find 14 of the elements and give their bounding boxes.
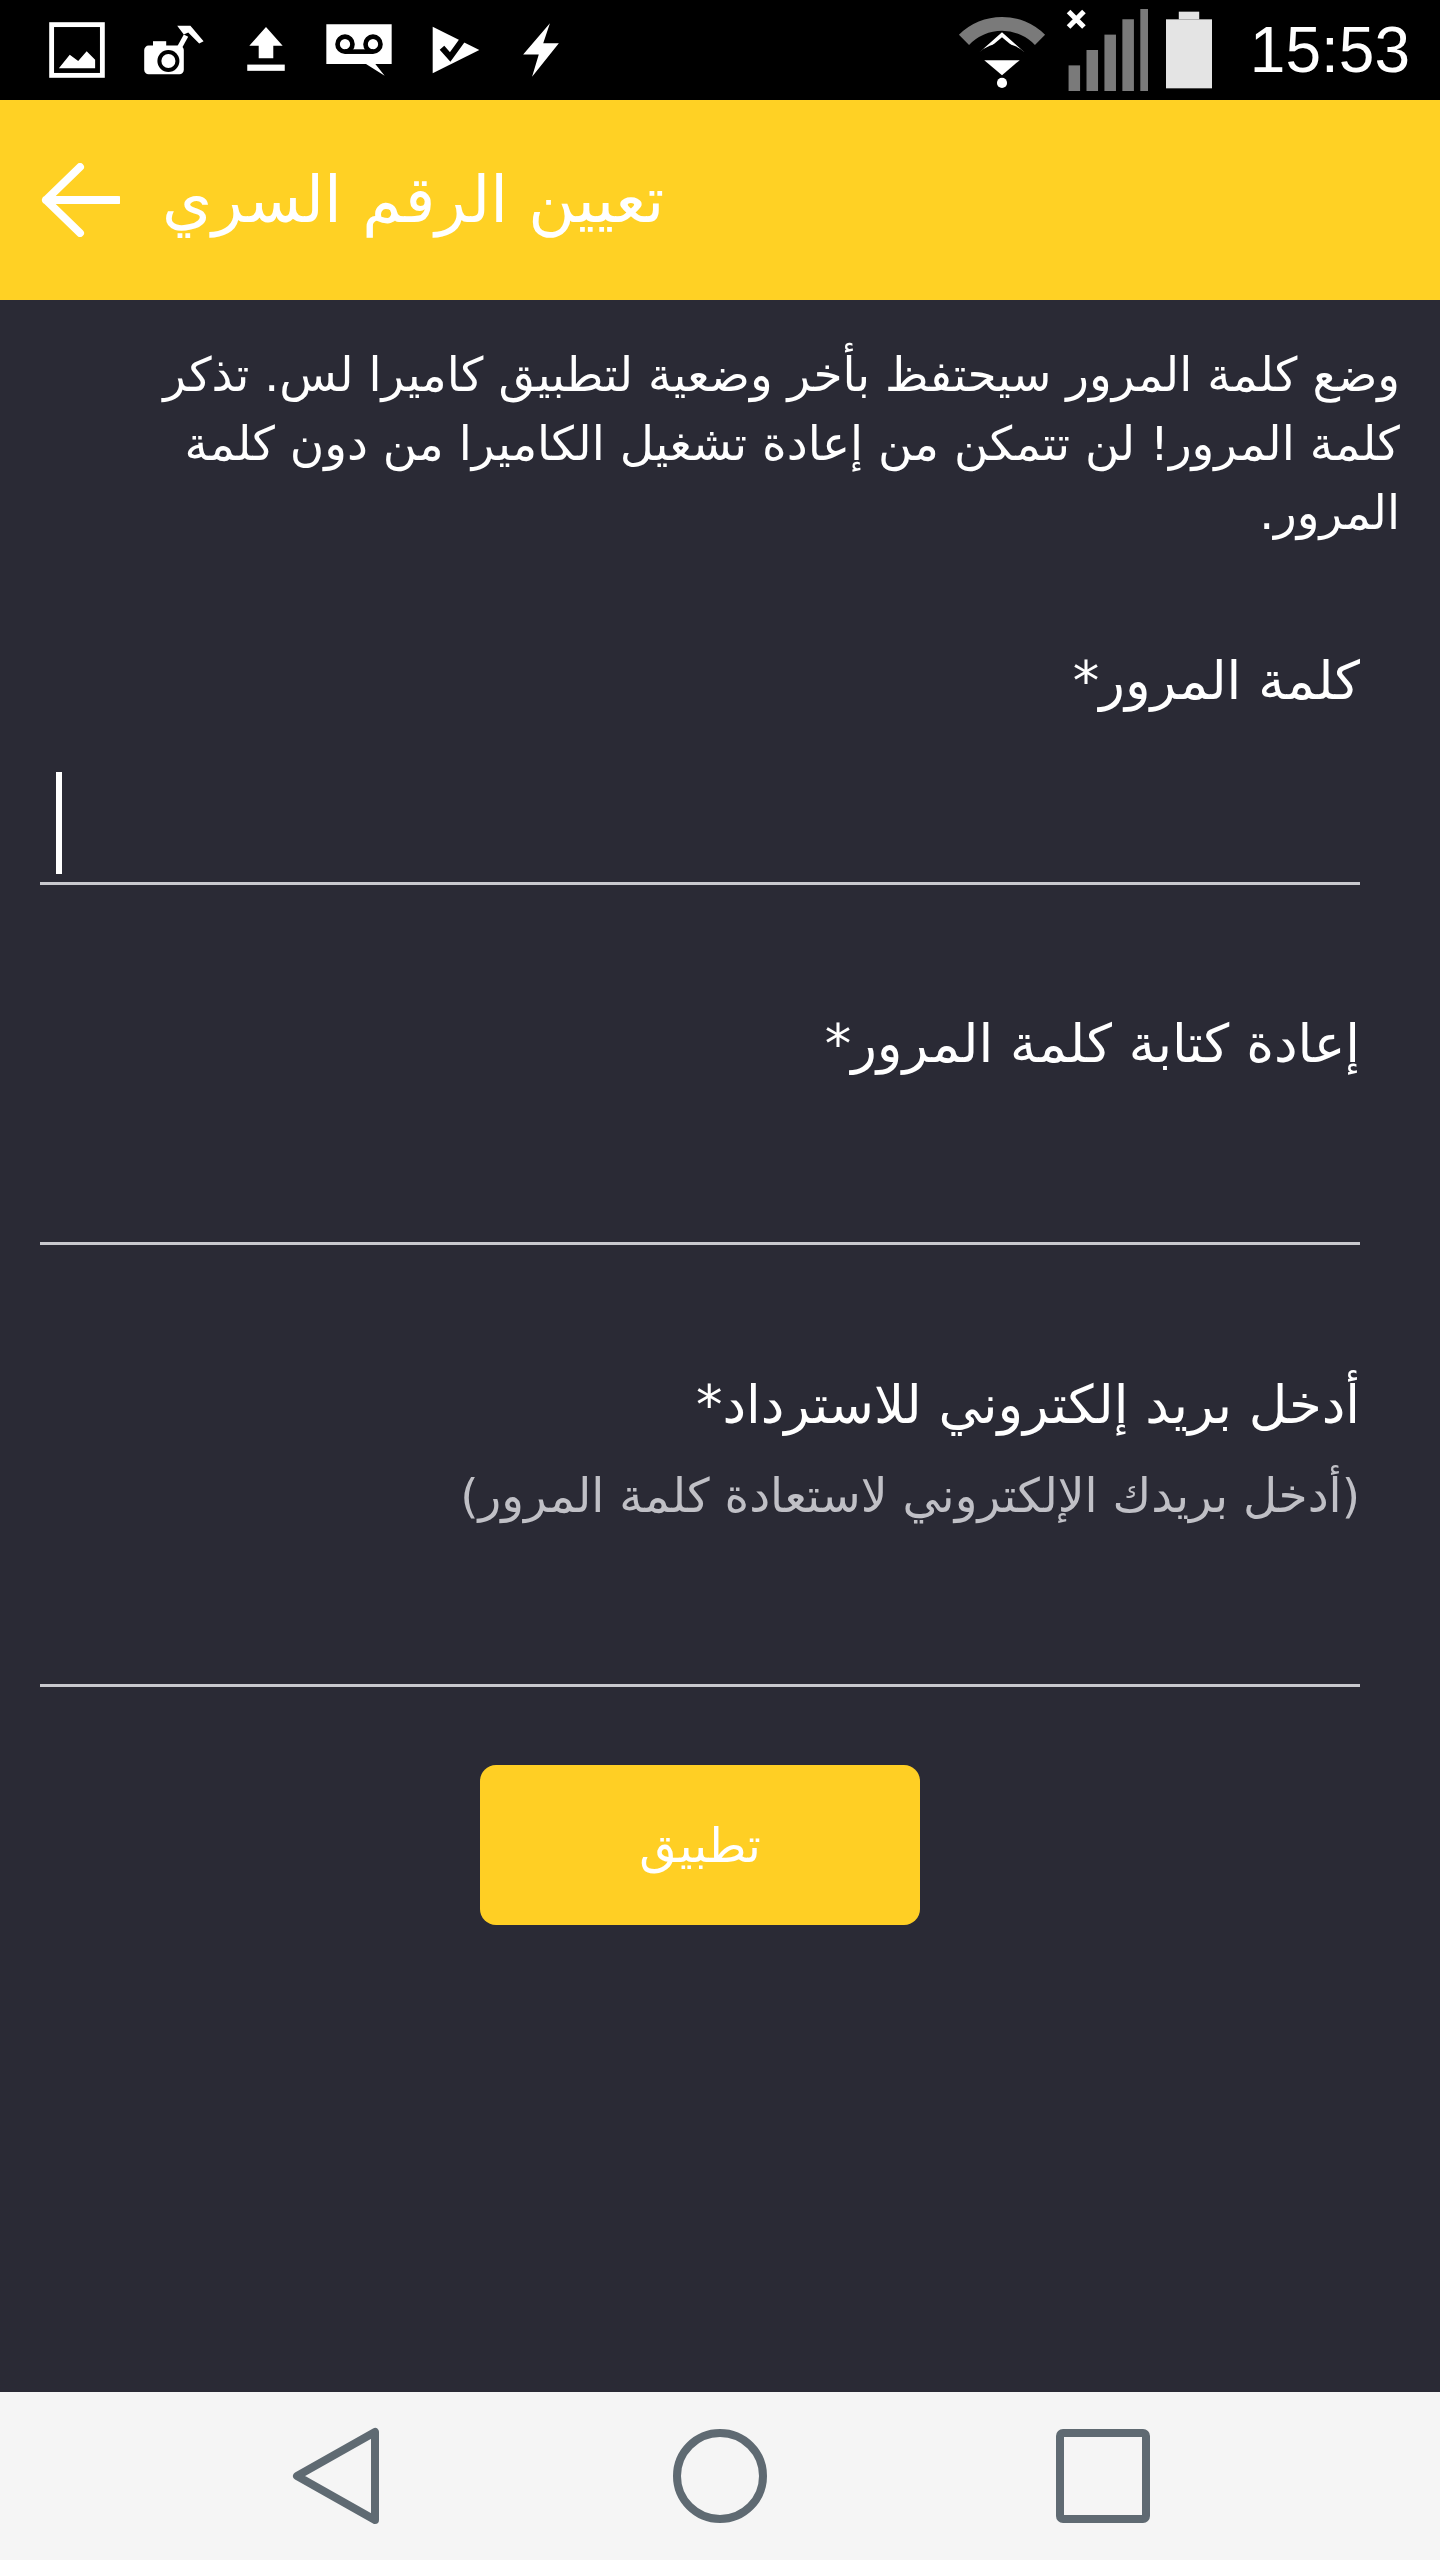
intro-text: وضع كلمة المرور سيحتفظ بأخر وضعية لتطبيق كاميرا لس. تذكر كلمة المرور! لن تتمكن من إعادة تشغيل الكاميرا من دون كلمة المرور.: [100, 340, 1400, 547]
apply-button[interactable]: تطبيق: [480, 1765, 920, 1925]
status-time: 15:53: [1249, 18, 1410, 82]
voicemail-icon: [324, 22, 394, 78]
field-label: كلمة المرور*: [1071, 649, 1360, 714]
field-label: إعادة كتابة كلمة المرور*: [823, 1012, 1360, 1077]
home-icon[interactable]: [672, 2427, 768, 2525]
field-label: أدخل بريد إلكتروني للاسترداد*: [40, 1369, 1360, 1441]
battery-icon: [1165, 11, 1212, 89]
screen-title: تعيين الرقم السري: [162, 161, 665, 239]
recent-apps-icon[interactable]: [1055, 2427, 1151, 2525]
gallery-icon: [48, 21, 106, 79]
field-hint: (أدخل بريدك الإلكتروني لاستعادة كلمة المرور): [40, 1464, 1360, 1528]
signal-icon: [1065, 8, 1148, 92]
